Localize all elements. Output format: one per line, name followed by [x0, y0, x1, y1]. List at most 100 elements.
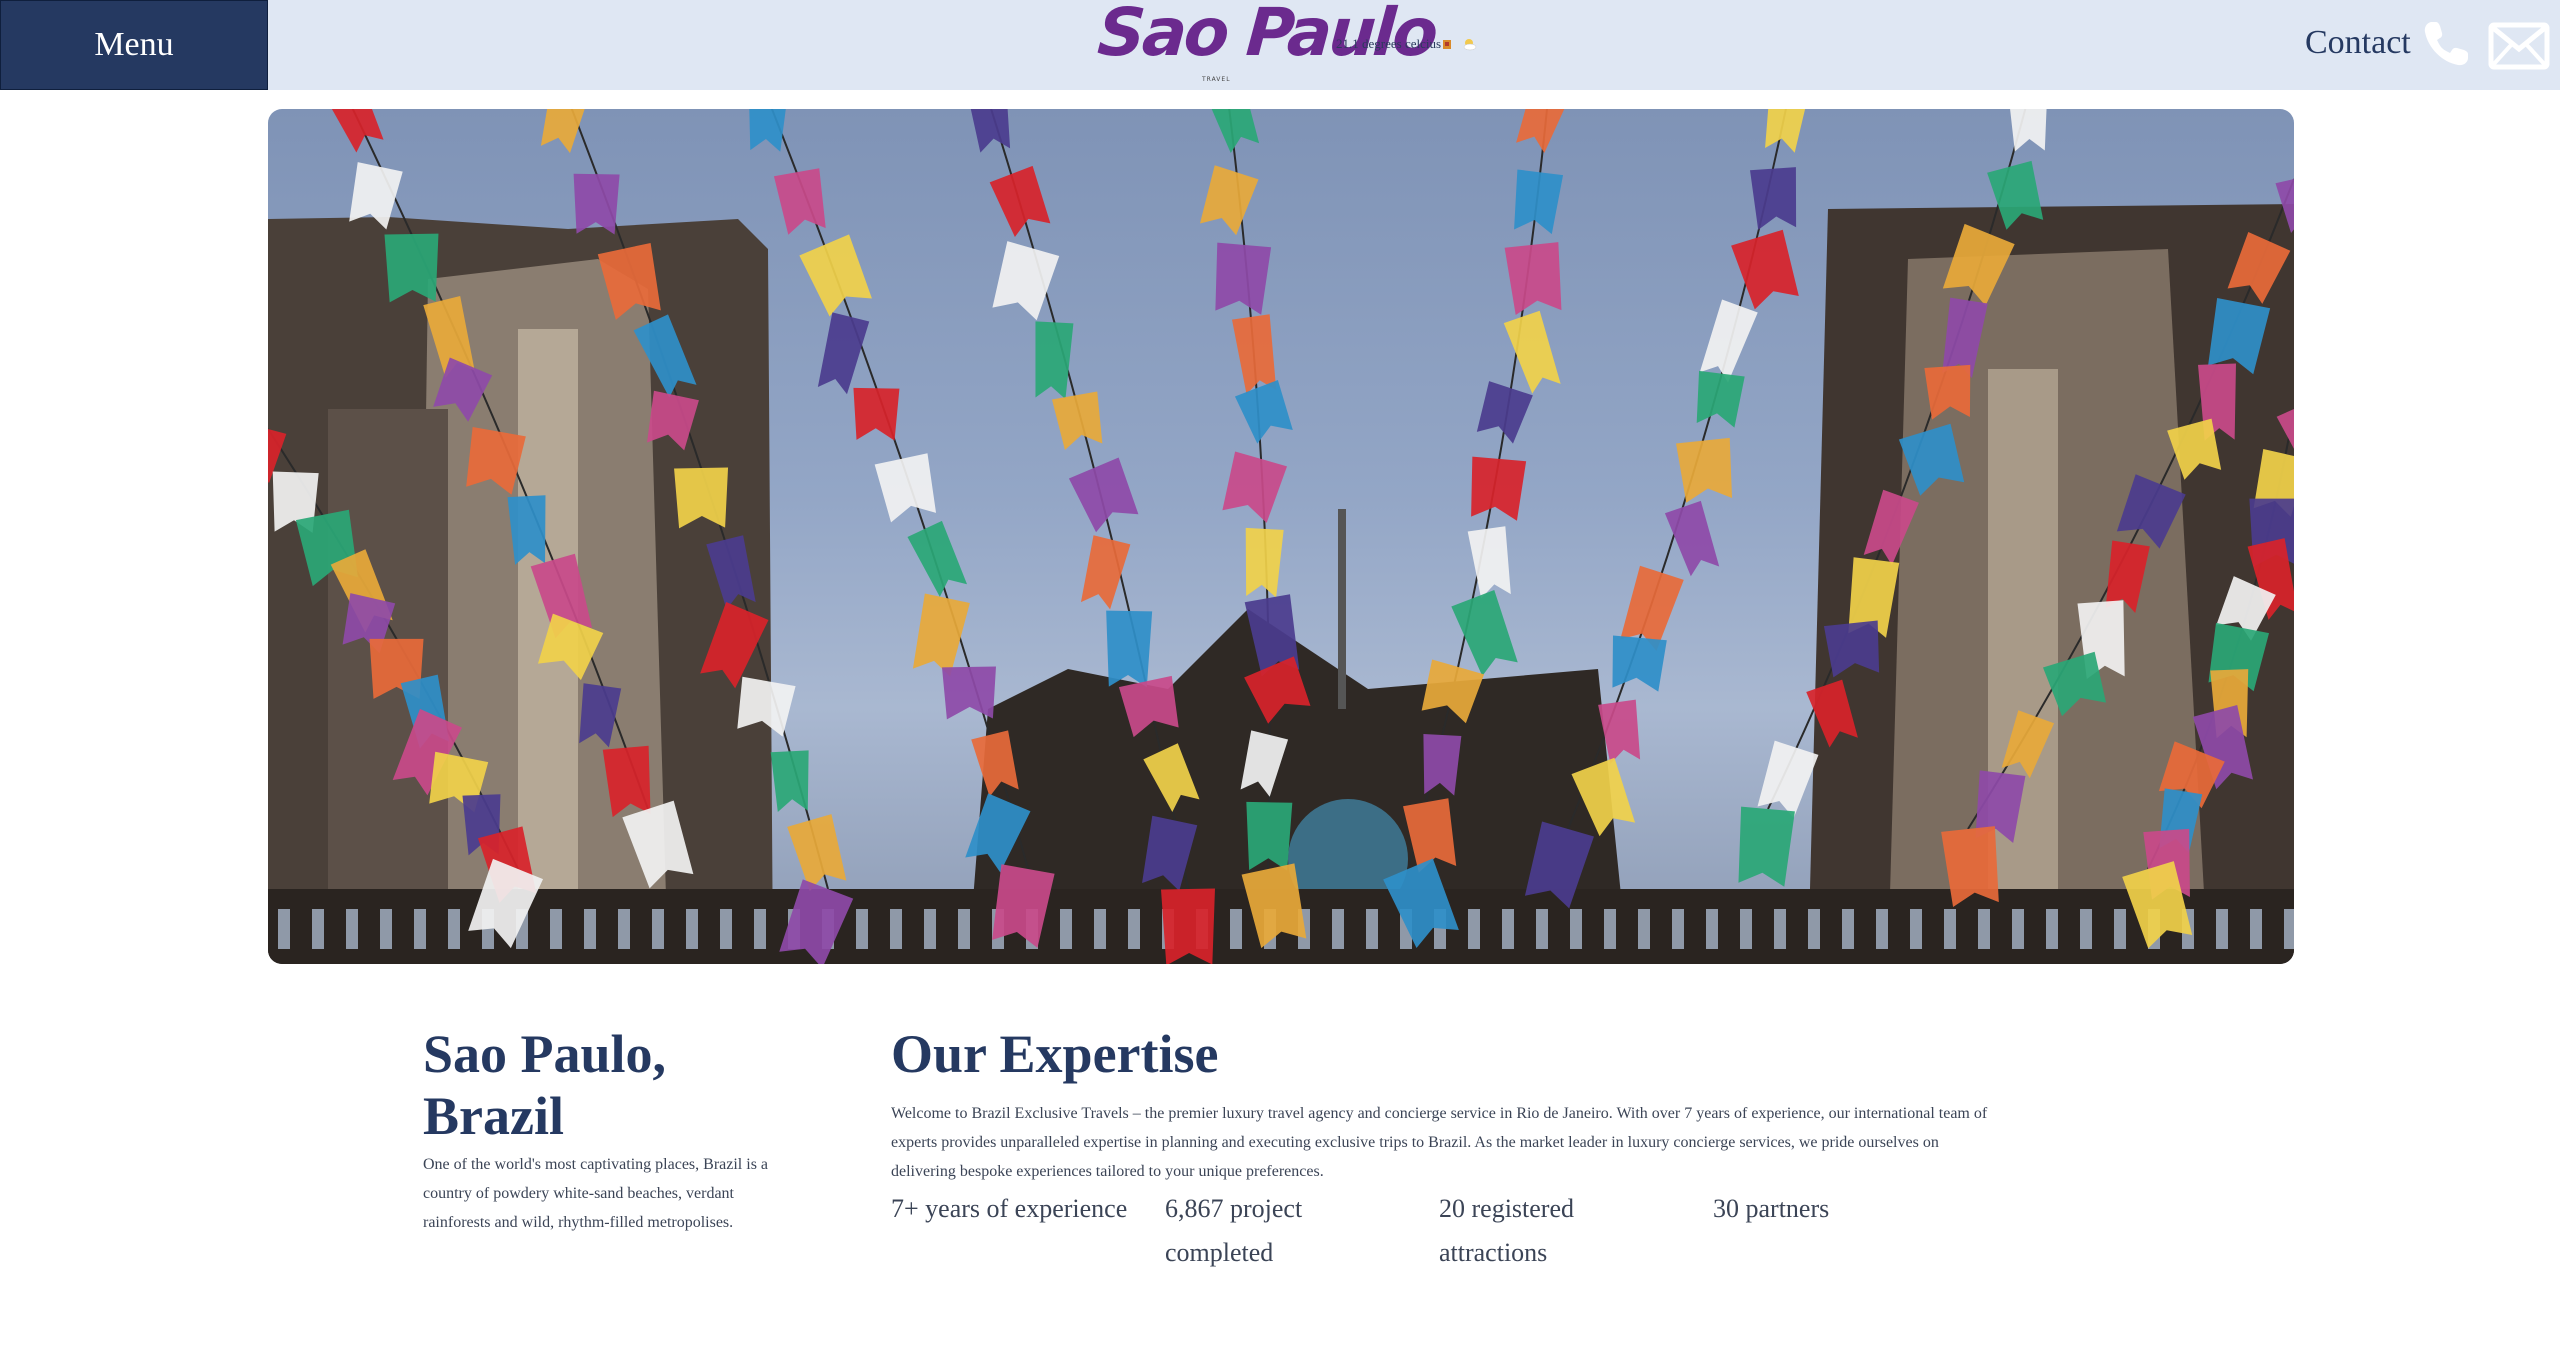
mail-icon[interactable] — [2488, 22, 2550, 70]
baluster — [1366, 909, 1378, 949]
papel-picado-flag — [941, 666, 996, 720]
stat-partners: 30 partners — [1713, 1194, 1830, 1223]
papel-picado-flag — [330, 109, 384, 153]
baluster — [1570, 909, 1582, 949]
papel-picado-flag — [773, 168, 826, 235]
papel-picado-flag — [817, 312, 870, 395]
baluster — [1672, 909, 1684, 949]
baluster — [720, 909, 732, 949]
papel-picado-flag — [1612, 635, 1667, 692]
baluster — [2250, 909, 2262, 949]
papel-picado-flag — [1161, 888, 1215, 964]
papel-picado-flag — [1080, 535, 1131, 610]
expertise-title: Our Expertise — [891, 1024, 1219, 1084]
papel-picado-flag — [1696, 370, 1745, 428]
baluster — [2284, 909, 2294, 949]
baluster — [312, 909, 324, 949]
papel-picado-flag — [749, 109, 787, 152]
baluster — [1740, 909, 1752, 949]
papel-picado-flag — [1215, 242, 1272, 315]
site-header: Menu Sao Paulo TRAVEL 21.1 degrees celci… — [0, 0, 2560, 90]
papel-picado-flag — [853, 387, 900, 441]
contact-link[interactable]: Contact — [2305, 24, 2411, 62]
weather-text: 21.1 degrees celcius — [1336, 36, 1442, 51]
papel-picado-flag — [1504, 242, 1562, 315]
papel-picado-flag — [1234, 380, 1293, 444]
papel-picado-flag — [907, 520, 968, 597]
baluster — [754, 909, 766, 949]
papel-picado-flag — [912, 593, 970, 677]
phone-icon[interactable] — [2420, 18, 2472, 70]
baluster — [1978, 909, 1990, 949]
site-logo[interactable]: Sao Paulo TRAVEL — [1095, 0, 1437, 90]
baluster — [1230, 909, 1242, 949]
papel-picado-flag — [799, 234, 872, 317]
papel-picado-flag — [874, 453, 937, 523]
weather-readout: 21.1 degrees celcius — [1336, 36, 1477, 52]
papel-picado-flag — [1210, 109, 1260, 154]
papel-picado-flag — [1245, 527, 1284, 598]
baluster — [890, 909, 902, 949]
papel-picado-flag — [2009, 109, 2047, 152]
baluster — [856, 909, 868, 949]
papel-picado-flag — [1757, 740, 1819, 819]
baluster — [2114, 909, 2126, 949]
baluster — [1128, 909, 1140, 949]
papel-picado-flag — [573, 173, 620, 235]
papel-picado-flag — [1106, 610, 1153, 688]
expertise-description: Welcome to Brazil Exclusive Travels – th… — [891, 1105, 1988, 1180]
papel-picado-flag — [989, 165, 1051, 237]
baluster — [924, 909, 936, 949]
city-description: One of the world's most captivating plac… — [423, 1156, 769, 1231]
hero-image — [268, 109, 2294, 964]
papel-picado-flag — [1750, 167, 1797, 230]
baluster — [618, 909, 630, 949]
baluster — [2012, 909, 2024, 949]
baluster — [686, 909, 698, 949]
city-title: Sao Paulo, Brazil — [423, 1024, 667, 1146]
baluster — [1060, 909, 1072, 949]
papel-picado-flag — [540, 109, 587, 154]
baluster — [346, 909, 358, 949]
hero-illustration — [268, 109, 2294, 964]
papel-picado-flag — [1035, 321, 1074, 400]
baluster — [1706, 909, 1718, 949]
baluster — [278, 909, 290, 949]
papel-picado-flag — [1676, 437, 1733, 503]
stat-projects: 6,867 project completed — [1165, 1194, 1303, 1267]
papel-picado-flag — [992, 241, 1060, 321]
baluster — [1944, 909, 1956, 949]
papel-picado-flag — [1051, 391, 1103, 451]
baluster — [1808, 909, 1820, 949]
weather-sun-cloud-icon — [1443, 37, 1459, 51]
baluster — [1502, 909, 1514, 949]
papel-picado-flag — [770, 750, 809, 813]
papel-picado-flag — [1514, 169, 1564, 235]
papel-picado-flag — [1068, 457, 1139, 533]
baluster — [1876, 909, 1888, 949]
baluster — [1094, 909, 1106, 949]
baluster — [958, 909, 970, 949]
papel-picado-flag — [1699, 299, 1758, 383]
baluster — [1332, 909, 1344, 949]
baluster — [380, 909, 392, 949]
menu-button[interactable]: Menu — [0, 0, 268, 90]
baluster — [448, 909, 460, 949]
baluster — [1638, 909, 1650, 949]
baluster — [1774, 909, 1786, 949]
papel-picado-flag — [1516, 109, 1566, 153]
papel-picado-flag — [787, 814, 847, 892]
baluster — [2080, 909, 2092, 949]
baluster — [1604, 909, 1616, 949]
papel-picado-flag — [1471, 456, 1527, 521]
baluster — [1910, 909, 1922, 949]
baluster — [1842, 909, 1854, 949]
papel-picado-flag — [1765, 109, 1807, 153]
baluster — [414, 909, 426, 949]
baluster — [584, 909, 596, 949]
sun-cloud-icon — [1461, 37, 1477, 51]
papel-picado-flag — [1738, 806, 1795, 887]
baluster — [2216, 909, 2228, 949]
baluster — [1468, 909, 1480, 949]
baluster — [550, 909, 562, 949]
